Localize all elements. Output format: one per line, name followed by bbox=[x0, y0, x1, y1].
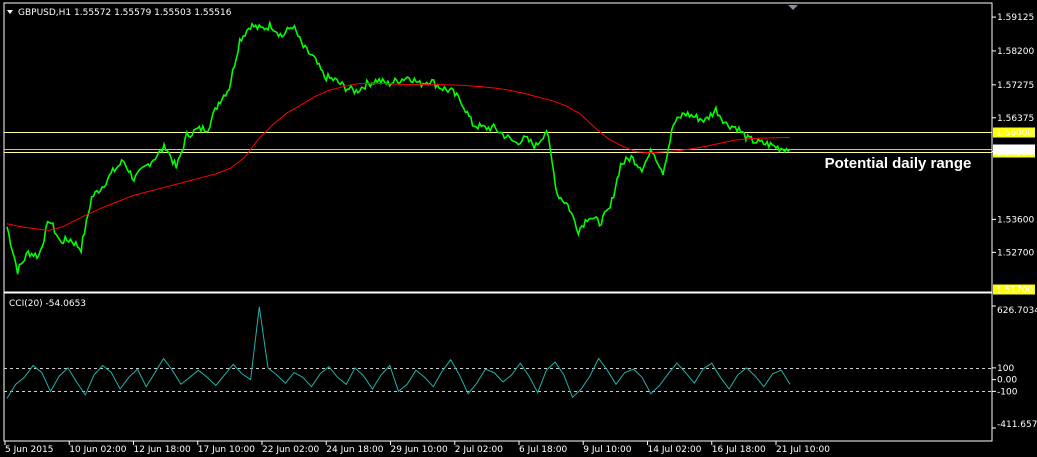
symbol-header: GBPUSD,H1 1.55572 1.55579 1.55503 1.5551… bbox=[18, 8, 232, 18]
x-tick-label: 17 Jun 10:00 bbox=[198, 445, 255, 455]
level-label: 1.56000 bbox=[996, 129, 1033, 139]
price-series-line bbox=[6, 19, 791, 275]
indicator-panel-frame bbox=[3, 292, 993, 442]
x-tick-label: 21 Jul 10:00 bbox=[776, 445, 830, 455]
cci-header: CCI(20) -54.0653 bbox=[9, 299, 86, 309]
cci-tick-label: 0.00 bbox=[997, 376, 1017, 386]
x-tick-label: 16 Jul 18:00 bbox=[712, 445, 766, 455]
y-tick-label: 1.52700 bbox=[997, 248, 1034, 258]
y-tick-label: 1.56375 bbox=[997, 114, 1034, 124]
y-tick-label: 1.53600 bbox=[997, 215, 1034, 225]
y-tick-label: 1.58200 bbox=[997, 47, 1034, 57]
cci-tick-label: -100 bbox=[997, 387, 1018, 397]
y-tick-label: 1.57275 bbox=[997, 81, 1034, 91]
x-tick-label: 5 Jun 2015 bbox=[5, 445, 53, 455]
main-panel-frame bbox=[3, 2, 993, 293]
x-tick-label: 12 Jun 18:00 bbox=[134, 445, 191, 455]
shift-marker-icon bbox=[788, 5, 798, 10]
cci-tick-label: -411.6578 bbox=[997, 420, 1037, 430]
y-tick-label: 1.59125 bbox=[997, 13, 1034, 23]
x-tick-label: 24 Jun 18:00 bbox=[326, 445, 383, 455]
x-tick-label: 29 Jun 10:00 bbox=[391, 445, 448, 455]
level-label: 1.51700 bbox=[996, 286, 1033, 296]
cci-tick-label: 100 bbox=[997, 364, 1014, 374]
current-price-label: 1.55516 bbox=[996, 146, 1033, 156]
chart-svg: GBPUSD,H1 1.55572 1.55579 1.55503 1.5551… bbox=[3, 2, 1037, 455]
x-tick-label: 14 Jul 02:00 bbox=[648, 445, 702, 455]
x-tick-label: 9 Jul 10:00 bbox=[583, 445, 632, 455]
cci-tick-label: 626.7034 bbox=[997, 306, 1037, 316]
moving-average-line bbox=[6, 82, 791, 231]
symbol-menu-arrow-icon bbox=[7, 10, 13, 14]
x-tick-label: 6 Jul 18:00 bbox=[519, 445, 568, 455]
cci-line bbox=[6, 306, 791, 399]
x-tick-label: 2 Jul 02:00 bbox=[455, 445, 504, 455]
x-tick-label: 10 Jun 02:00 bbox=[69, 445, 126, 455]
x-tick-label: 22 Jun 02:00 bbox=[262, 445, 319, 455]
potential-daily-range-label: Potential daily range bbox=[825, 155, 972, 172]
